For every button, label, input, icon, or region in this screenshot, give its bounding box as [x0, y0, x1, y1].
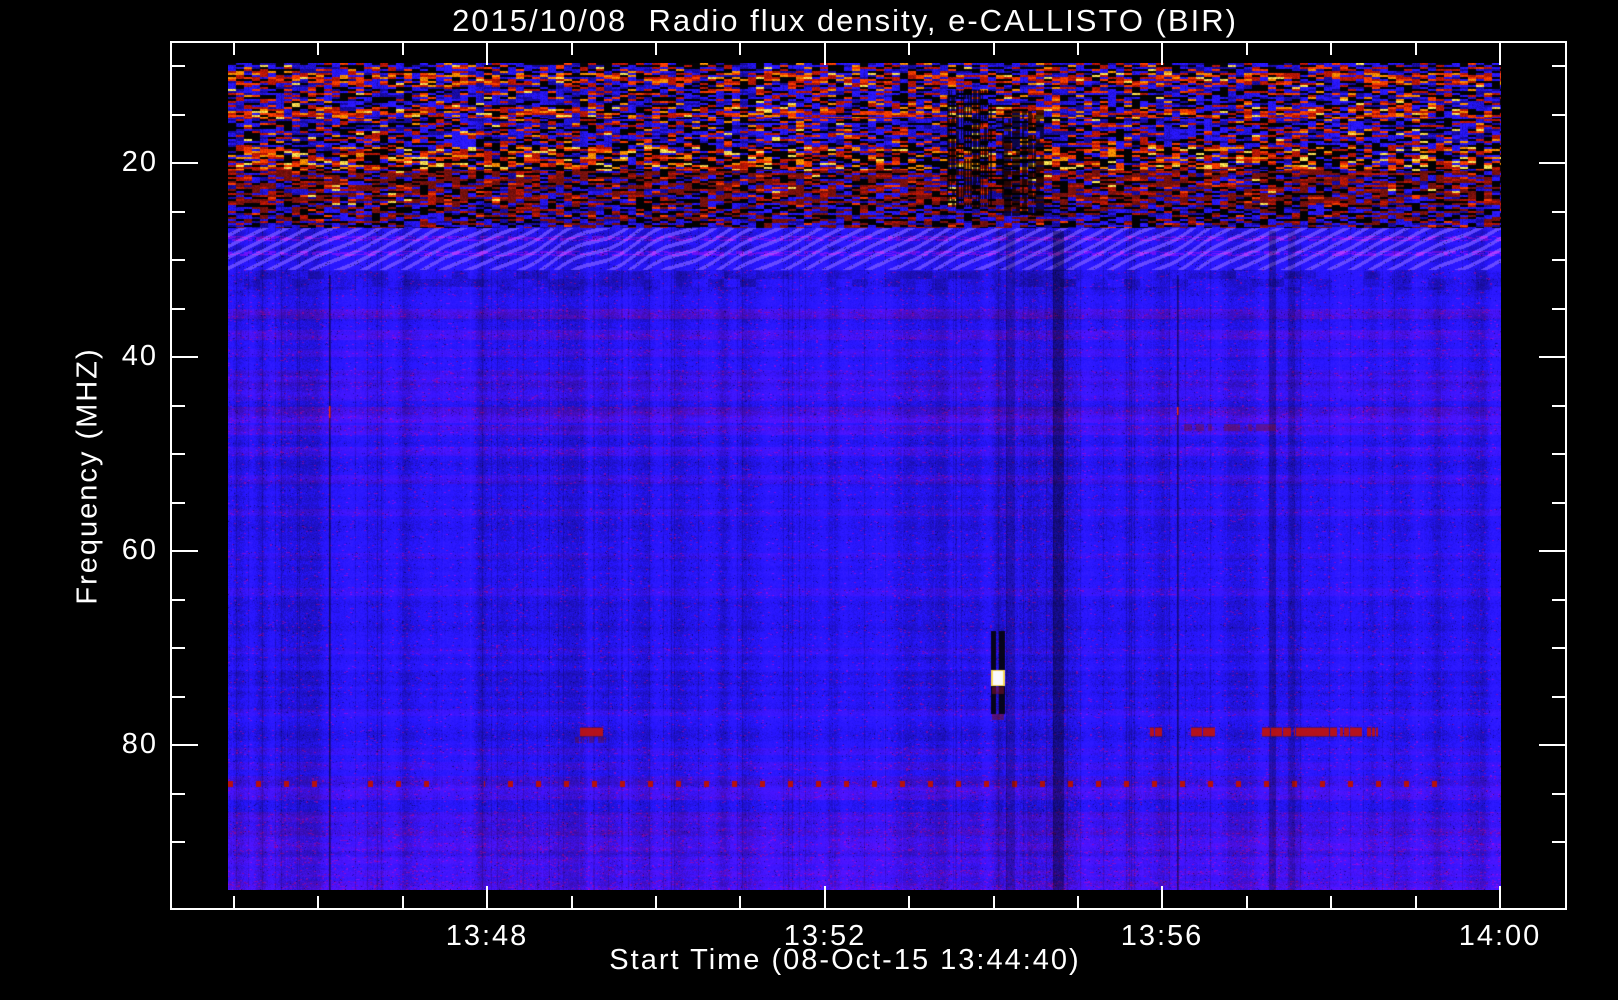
x-axis-minor-tick-top	[1415, 43, 1417, 55]
y-axis-minor-tick	[172, 841, 185, 843]
x-axis-minor-tick	[317, 896, 319, 908]
x-axis-minor-tick	[1415, 896, 1417, 908]
y-axis-minor-tick	[172, 114, 185, 116]
plot-frame	[170, 41, 1567, 910]
y-axis-minor-tick-right	[1552, 259, 1565, 261]
x-axis-minor-tick-top	[908, 43, 910, 55]
x-axis-minor-tick	[571, 896, 573, 908]
x-tick-label: 13:52	[783, 920, 867, 952]
x-axis-minor-tick	[908, 896, 910, 908]
x-axis-minor-tick-top	[655, 43, 657, 55]
x-axis-minor-tick-top	[402, 43, 404, 55]
y-axis-minor-tick	[172, 308, 185, 310]
y-axis-minor-tick	[172, 211, 185, 213]
y-axis-major-tick	[172, 744, 198, 746]
x-axis-minor-tick-top	[1077, 43, 1079, 55]
x-axis-major-tick-top	[1161, 43, 1163, 65]
y-axis-major-tick	[172, 356, 198, 358]
y-axis-minor-tick	[172, 502, 185, 504]
y-axis-minor-tick-right	[1552, 211, 1565, 213]
x-tick-label: 14:00	[1458, 920, 1542, 952]
x-axis-minor-tick	[1330, 896, 1332, 908]
y-axis-minor-tick-right	[1552, 793, 1565, 795]
x-axis-minor-tick	[739, 896, 741, 908]
x-axis-major-tick	[1161, 886, 1163, 908]
y-axis-minor-tick-right	[1552, 599, 1565, 601]
x-axis-minor-tick	[1077, 896, 1079, 908]
x-axis-major-tick-top	[1499, 43, 1501, 65]
x-axis-minor-tick	[1246, 896, 1248, 908]
y-axis-minor-tick	[172, 696, 185, 698]
spectrogram-figure: 2015/10/08 Radio flux density, e-CALLIST…	[0, 0, 1618, 1000]
x-axis-major-tick	[486, 886, 488, 908]
y-tick-label: 40	[121, 340, 158, 372]
x-tick-label: 13:56	[1120, 920, 1204, 952]
x-axis-minor-tick-top	[571, 43, 573, 55]
chart-title: 2015/10/08 Radio flux density, e-CALLIST…	[452, 3, 1238, 38]
y-axis-major-tick	[172, 162, 198, 164]
x-axis-minor-tick-top	[739, 43, 741, 55]
x-axis-minor-tick-top	[317, 43, 319, 55]
y-axis-minor-tick	[172, 599, 185, 601]
x-axis-major-tick-top	[486, 43, 488, 65]
y-axis-major-tick-right	[1539, 162, 1565, 164]
y-axis-major-tick-right	[1539, 744, 1565, 746]
y-axis-minor-tick	[172, 793, 185, 795]
y-axis-minor-tick-right	[1552, 308, 1565, 310]
y-tick-label: 20	[121, 146, 158, 178]
x-axis-minor-tick	[655, 896, 657, 908]
y-axis-minor-tick-right	[1552, 405, 1565, 407]
y-axis-minor-tick-right	[1552, 453, 1565, 455]
y-axis-minor-tick-right	[1552, 502, 1565, 504]
y-axis-minor-tick-right	[1552, 114, 1565, 116]
y-axis-major-tick	[172, 550, 198, 552]
x-axis-minor-tick-top	[1246, 43, 1248, 55]
y-tick-label: 80	[121, 728, 158, 760]
x-tick-label: 13:48	[445, 920, 529, 952]
x-axis-minor-tick-top	[233, 43, 235, 55]
y-axis-minor-tick-right	[1552, 696, 1565, 698]
y-axis-minor-tick	[172, 259, 185, 261]
x-axis-minor-tick	[402, 896, 404, 908]
y-axis-minor-tick	[172, 453, 185, 455]
x-axis-major-tick-top	[824, 43, 826, 65]
x-axis-minor-tick-top	[1330, 43, 1332, 55]
y-axis-minor-tick-right	[1552, 841, 1565, 843]
y-axis-major-tick-right	[1539, 356, 1565, 358]
y-axis-minor-tick-right	[1552, 647, 1565, 649]
y-axis-major-tick-right	[1539, 550, 1565, 552]
x-axis-minor-tick	[993, 896, 995, 908]
y-axis-minor-tick	[172, 65, 185, 67]
x-axis-minor-tick	[233, 896, 235, 908]
y-axis-minor-tick-right	[1552, 65, 1565, 67]
y-axis-minor-tick	[172, 647, 185, 649]
x-axis-major-tick	[824, 886, 826, 908]
x-axis-minor-tick-top	[993, 43, 995, 55]
y-tick-label: 60	[121, 534, 158, 566]
x-axis-major-tick	[1499, 886, 1501, 908]
y-axis-minor-tick	[172, 405, 185, 407]
